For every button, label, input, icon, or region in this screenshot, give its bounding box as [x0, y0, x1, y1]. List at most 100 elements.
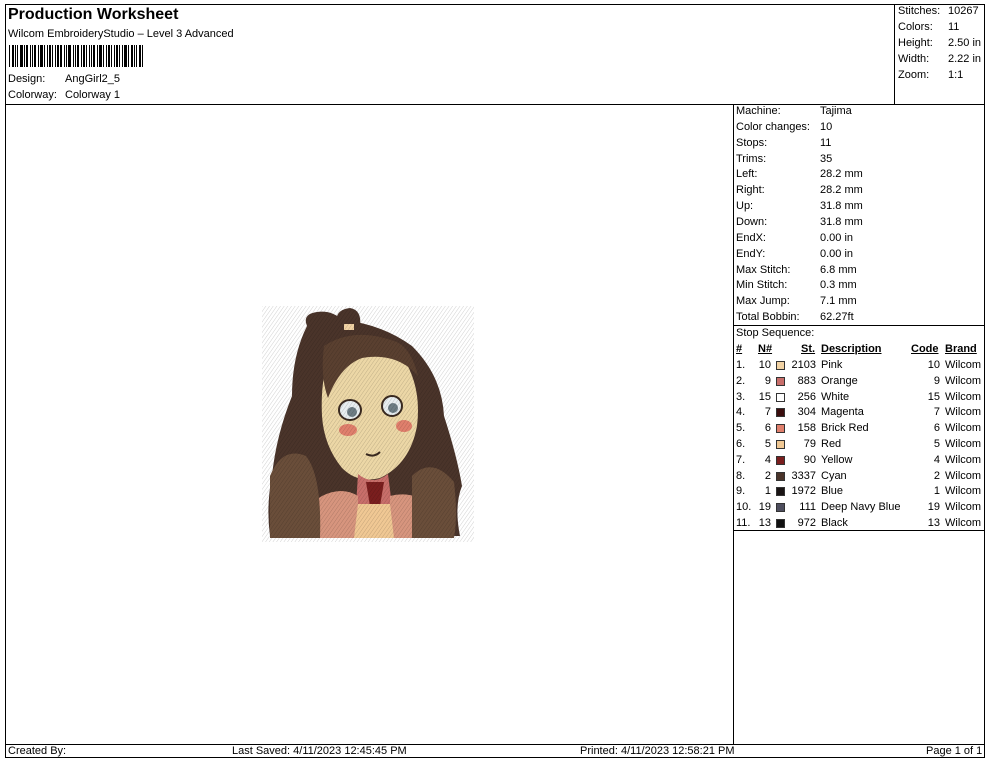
- barcode-bar: [55, 45, 56, 67]
- info-panel-divider: [733, 104, 734, 744]
- barcode-bar: [38, 45, 39, 67]
- machine-info-value: 31.8 mm: [820, 200, 863, 213]
- barcode-bar: [108, 45, 110, 67]
- machine-info-label: Left:: [736, 168, 758, 181]
- seq-description: Pink: [821, 359, 843, 371]
- barcode-bar: [52, 45, 53, 67]
- barcode-bar: [99, 45, 102, 67]
- barcode-bar: [128, 45, 129, 67]
- seq-index: 11.: [736, 517, 751, 529]
- seq-needle: 9: [764, 374, 771, 387]
- seq-code: 6: [933, 422, 940, 435]
- machine-info-value: 10: [820, 120, 833, 133]
- barcode-bar: [68, 45, 71, 67]
- seq-needle: 4: [764, 453, 771, 466]
- page-title: Production Worksheet: [8, 6, 179, 23]
- seq-index: 5.: [736, 422, 746, 435]
- colorway-label: Colorway:: [8, 89, 57, 101]
- seq-stitches: 883: [797, 374, 816, 387]
- seq-needle: 19: [758, 501, 771, 514]
- seq-description: Brick Red: [821, 422, 869, 435]
- seq-description: Orange: [821, 374, 858, 387]
- barcode-bar: [75, 45, 76, 67]
- color-swatch: [776, 424, 785, 434]
- barcode-bar: [97, 45, 98, 67]
- seq-brand: Wilcom: [945, 406, 982, 419]
- barcode-bar: [26, 45, 28, 67]
- barcode-bar: [122, 45, 123, 67]
- color-swatch: [776, 440, 785, 449]
- col-n: N#: [758, 343, 773, 355]
- seq-index: 9.: [736, 485, 746, 498]
- barcode-bar: [30, 45, 31, 67]
- seq-description: Black: [821, 517, 848, 529]
- machine-info-label: Max Stitch:: [736, 263, 791, 276]
- seq-stitches: 972: [797, 517, 816, 529]
- footer-divider: [5, 744, 985, 745]
- barcode-bar: [116, 45, 118, 67]
- stitch-texture: [262, 306, 474, 542]
- design-preview: [262, 306, 474, 542]
- machine-info-value: 28.2 mm: [820, 184, 863, 197]
- barcode-bar: [24, 45, 25, 67]
- barcode-bar: [93, 45, 95, 67]
- summary-value: 11: [948, 21, 960, 33]
- barcode-bar: [131, 45, 133, 67]
- seq-stitches: 158: [797, 422, 816, 435]
- machine-info-value: 7.1 mm: [820, 295, 857, 308]
- barcode-bar: [20, 45, 23, 67]
- seq-code: 4: [933, 453, 940, 466]
- seq-index: 2.: [736, 374, 746, 387]
- barcode-bar: [77, 45, 79, 67]
- barcode-bar: [106, 45, 107, 67]
- stop-sequence-end: [733, 530, 985, 531]
- seq-needle: 2: [764, 469, 771, 482]
- machine-info-label: Machine:: [736, 105, 781, 117]
- barcode-bar: [12, 45, 14, 67]
- machine-info-value: 11: [820, 136, 832, 149]
- summary-label: Colors:: [898, 21, 933, 33]
- color-swatch: [776, 503, 785, 513]
- machine-info-value: 28.2 mm: [820, 168, 863, 181]
- col-brand: Brand: [945, 343, 977, 355]
- seq-brand: Wilcom: [945, 374, 982, 387]
- barcode-bar: [83, 45, 85, 67]
- seq-index: 10.: [736, 501, 752, 514]
- barcode-bar: [81, 45, 82, 67]
- barcode-bar: [134, 45, 135, 67]
- seq-index: 4.: [736, 406, 746, 419]
- machine-info-value: 0.3 mm: [820, 279, 857, 292]
- barcode-bar: [64, 45, 65, 67]
- col-st: St.: [801, 343, 816, 355]
- seq-index: 8.: [736, 469, 746, 482]
- seq-needle: 1: [764, 485, 771, 498]
- software-name: Wilcom EmbroideryStudio – Level 3 Advanc…: [8, 28, 234, 40]
- barcode-bar: [73, 45, 74, 67]
- machine-info-label: Max Jump:: [736, 295, 790, 308]
- seq-stitches: 3337: [791, 469, 816, 482]
- barcode-bar: [114, 45, 115, 67]
- machine-info-value: 31.8 mm: [820, 215, 863, 228]
- seq-code: 7: [933, 406, 940, 419]
- seq-index: 7.: [736, 453, 746, 466]
- seq-description: Cyan: [821, 469, 847, 482]
- machine-info-label: Up:: [736, 200, 754, 213]
- color-swatch: [776, 487, 785, 497]
- seq-code: 5: [933, 438, 940, 450]
- machine-info-value: 0.00 in: [820, 247, 854, 260]
- barcode-bar: [60, 45, 62, 67]
- color-swatch: [776, 519, 785, 528]
- stop-sequence-title: Stop Sequence:: [736, 327, 815, 339]
- seq-needle: 13: [758, 517, 771, 529]
- seq-brand: Wilcom: [945, 390, 982, 403]
- seq-brand: Wilcom: [945, 422, 982, 435]
- barcode-bar: [15, 45, 16, 67]
- seq-code: 1: [933, 485, 940, 498]
- seq-description: Yellow: [821, 453, 853, 466]
- color-swatch: [776, 471, 785, 481]
- barcode-bar: [9, 45, 10, 67]
- seq-stitches: 79: [803, 438, 816, 450]
- design-label: Design:: [8, 73, 46, 85]
- col-description: Description: [821, 343, 882, 355]
- barcode-bar: [91, 45, 92, 67]
